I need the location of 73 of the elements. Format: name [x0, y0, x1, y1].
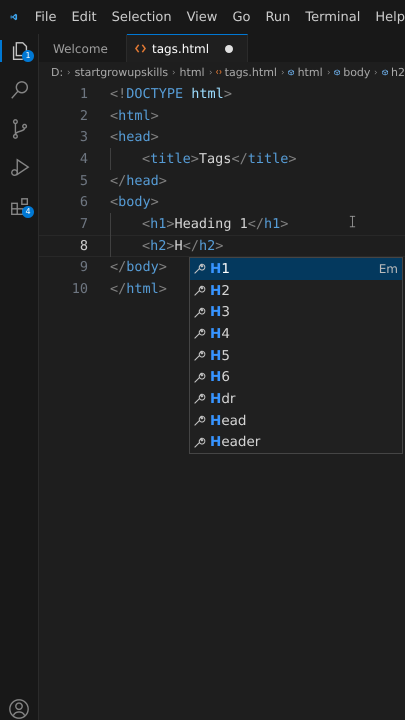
- code-line: <!DOCTYPE html>: [110, 86, 232, 102]
- line-number: 3: [78, 129, 88, 146]
- run-debug-icon[interactable]: [9, 157, 31, 179]
- code-line: <head>: [110, 129, 159, 146]
- wrench-icon: [193, 370, 206, 384]
- wrench-icon: [193, 414, 206, 428]
- suggestion-item[interactable]: Hdr: [190, 388, 402, 410]
- code-line: </body>: [110, 259, 167, 276]
- suggestion-item[interactable]: H1 Em: [190, 258, 402, 280]
- notification-badge: 4: [22, 206, 34, 218]
- html-file-icon: [216, 67, 222, 77]
- chevron-icon: [326, 68, 330, 76]
- breadcrumb-item[interactable]: html: [180, 66, 205, 78]
- line-number: 2: [78, 108, 88, 124]
- breadcrumb-item[interactable]: startgrowupskills: [74, 66, 168, 78]
- breadcrumb-item[interactable]: D:: [51, 66, 64, 78]
- wrench-icon: [193, 436, 206, 449]
- menu-item[interactable]: Terminal: [305, 10, 360, 24]
- wrench-icon: [193, 284, 206, 298]
- suggestion-item[interactable]: Head: [190, 410, 402, 432]
- cube-icon: [382, 66, 388, 78]
- menu-item[interactable]: Selection: [112, 10, 172, 24]
- account-icon[interactable]: [8, 698, 30, 720]
- text-cursor-icon: [349, 215, 356, 228]
- line-number: 6: [78, 194, 88, 210]
- breadcrumb-item[interactable]: tags.html: [224, 66, 277, 78]
- line-number: 10: [70, 281, 88, 298]
- line-number: 4: [78, 150, 88, 167]
- suggestion-item[interactable]: H4: [190, 323, 402, 345]
- line-number: 8: [78, 238, 88, 254]
- code-line: <body>: [110, 194, 159, 210]
- chevron-icon: [172, 68, 176, 76]
- suggestion-item[interactable]: H3: [190, 301, 402, 324]
- menu-item[interactable]: Help: [375, 10, 405, 24]
- menu-item[interactable]: Edit: [71, 10, 97, 24]
- editor-tab[interactable]: tags.html: [127, 34, 248, 62]
- extensions-icon[interactable]: [9, 196, 31, 218]
- chevron-icon: [208, 68, 212, 76]
- wrench-icon: [193, 349, 206, 362]
- code-line: <h1>Heading 1</h1>: [141, 216, 288, 232]
- code-line: </head>: [110, 172, 167, 189]
- suggestion-item[interactable]: H5: [190, 344, 402, 366]
- menu-item[interactable]: Run: [265, 10, 290, 24]
- breadcrumb-item[interactable]: body: [343, 66, 370, 78]
- menu-item[interactable]: File: [34, 10, 56, 24]
- chevron-icon: [374, 68, 378, 76]
- breadcrumb-item[interactable]: h2: [391, 66, 405, 78]
- chevron-icon: [67, 68, 71, 76]
- breadcrumb-item[interactable]: html: [298, 66, 323, 78]
- code-line: <html>: [110, 108, 159, 124]
- wrench-icon: [193, 327, 206, 340]
- search-icon[interactable]: [9, 79, 31, 101]
- suggestion-item[interactable]: H2: [190, 280, 402, 302]
- menu-item[interactable]: View: [186, 10, 218, 24]
- line-number: 5: [78, 172, 88, 189]
- code-line: <h2>H</h2>: [141, 238, 224, 254]
- cube-icon: [288, 66, 295, 78]
- notification-badge: 1: [22, 50, 34, 62]
- code-line: </html>: [110, 281, 167, 298]
- suggestion-item[interactable]: H6: [190, 366, 402, 388]
- html-file-icon: [135, 43, 146, 54]
- wrench-icon: [193, 262, 206, 276]
- code-line: <title>Tags</title>: [141, 150, 296, 167]
- wrench-icon: [193, 306, 206, 319]
- menu-item[interactable]: Go: [232, 10, 250, 24]
- line-number: 7: [78, 216, 88, 232]
- cube-icon: [334, 66, 340, 78]
- wrench-icon: [193, 392, 206, 406]
- line-number: 1: [78, 86, 88, 102]
- suggestion-item[interactable]: Header: [190, 432, 402, 454]
- line-number: 9: [78, 259, 88, 276]
- unsaved-dot: [225, 44, 234, 52]
- chevron-icon: [280, 68, 284, 76]
